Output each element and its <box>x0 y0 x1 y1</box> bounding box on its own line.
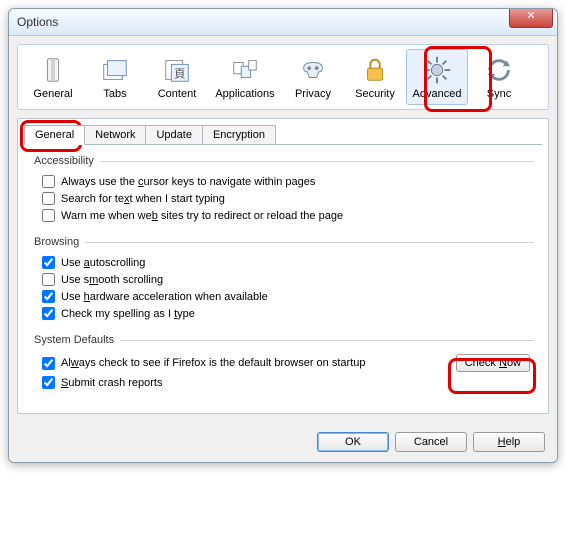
chk-search-typing[interactable] <box>42 192 55 205</box>
chk-default-browser[interactable] <box>42 357 55 370</box>
group-legend: System Defaults <box>32 334 120 346</box>
group-legend: Accessibility <box>32 155 100 167</box>
chk-label[interactable]: Warn me when web sites try to redirect o… <box>61 210 343 222</box>
ok-button[interactable]: OK <box>317 432 389 452</box>
chk-label[interactable]: Use autoscrolling <box>61 257 145 269</box>
general-icon <box>37 54 69 86</box>
category-label: Content <box>147 88 207 100</box>
highlight-advanced <box>424 46 492 112</box>
category-applications[interactable]: Applications <box>208 49 282 105</box>
category-label: Tabs <box>85 88 145 100</box>
dialog-buttons: OK Cancel Help <box>9 422 557 462</box>
tabs-icon <box>99 54 131 86</box>
category-label: Security <box>345 88 405 100</box>
chk-spellcheck[interactable] <box>42 307 55 320</box>
advanced-panel: General Network Update Encryption Access… <box>17 118 549 414</box>
chk-warn-redirect[interactable] <box>42 209 55 222</box>
category-tabs[interactable]: Tabs <box>84 49 146 105</box>
category-label: General <box>23 88 83 100</box>
chk-label[interactable]: Use smooth scrolling <box>61 274 163 286</box>
chk-hw-accel[interactable] <box>42 290 55 303</box>
privacy-icon <box>297 54 329 86</box>
chk-label[interactable]: Always check to see if Firefox is the de… <box>61 357 365 369</box>
window-title: Options <box>17 15 58 29</box>
help-button[interactable]: Help <box>473 432 545 452</box>
chk-crash-reports[interactable] <box>42 376 55 389</box>
accessibility-group: Accessibility Always use the cursor keys… <box>32 155 534 228</box>
chk-label[interactable]: Always use the cursor keys to navigate w… <box>61 176 315 188</box>
subtab-general[interactable]: General <box>24 125 85 145</box>
chk-smooth-scroll[interactable] <box>42 273 55 286</box>
browsing-group: Browsing Use autoscrolling Use smooth sc… <box>32 236 534 326</box>
category-security[interactable]: Security <box>344 49 406 105</box>
chk-label[interactable]: Use hardware acceleration when available <box>61 291 268 303</box>
general-panel: Accessibility Always use the cursor keys… <box>18 145 548 413</box>
chk-label[interactable]: Check my spelling as I type <box>61 308 195 320</box>
subtab-network[interactable]: Network <box>84 125 146 144</box>
category-general[interactable]: General <box>22 49 84 105</box>
category-label: Privacy <box>283 88 343 100</box>
chk-cursor-keys[interactable] <box>42 175 55 188</box>
highlight-check-now <box>448 358 536 394</box>
security-icon <box>359 54 391 86</box>
cancel-button[interactable]: Cancel <box>395 432 467 452</box>
close-button[interactable]: ✕ <box>509 8 553 28</box>
options-dialog: Options ✕ General Tabs 頁 Content <box>8 8 558 463</box>
chk-label[interactable]: Submit crash reports <box>61 377 163 389</box>
category-content[interactable]: 頁 Content <box>146 49 208 105</box>
category-label: Applications <box>209 88 281 100</box>
svg-text:頁: 頁 <box>174 69 185 81</box>
subtab-encryption[interactable]: Encryption <box>202 125 276 144</box>
chk-label[interactable]: Search for text when I start typing <box>61 193 225 205</box>
titlebar: Options ✕ <box>9 9 557 36</box>
subtab-bar: General Network Update Encryption <box>24 125 542 145</box>
subtab-update[interactable]: Update <box>145 125 202 144</box>
content-icon: 頁 <box>161 54 193 86</box>
group-legend: Browsing <box>32 236 85 248</box>
applications-icon <box>229 54 261 86</box>
chk-autoscrolling[interactable] <box>42 256 55 269</box>
system-defaults-group: System Defaults Always check to see if F… <box>32 334 534 395</box>
category-privacy[interactable]: Privacy <box>282 49 344 105</box>
